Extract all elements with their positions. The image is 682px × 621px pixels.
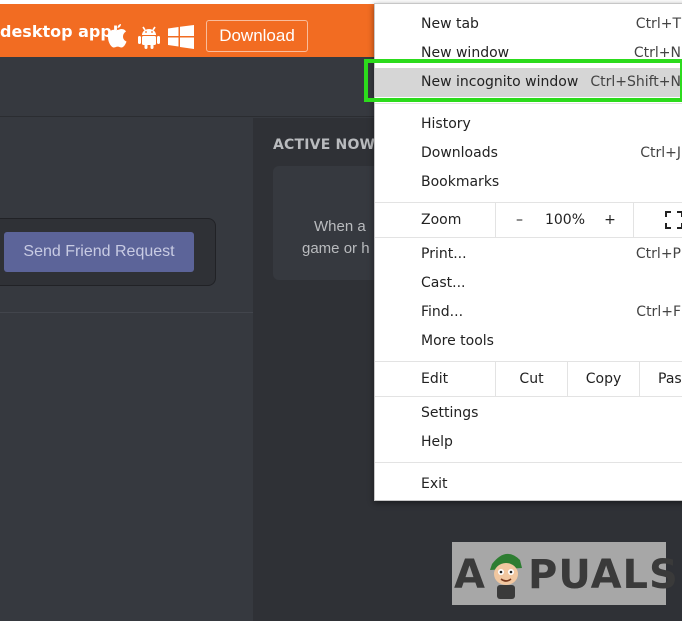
menu-separator bbox=[375, 103, 682, 104]
android-icon[interactable] bbox=[138, 24, 160, 50]
menu-item-edit: Edit Cut Copy Past bbox=[375, 362, 682, 396]
apple-icon[interactable] bbox=[106, 23, 128, 49]
fullscreen-icon bbox=[664, 211, 682, 229]
menu-item-exit[interactable]: Exit bbox=[375, 470, 682, 499]
menu-item-help[interactable]: Help bbox=[375, 428, 682, 457]
banner-text: desktop app! bbox=[0, 22, 120, 41]
zoom-in-button[interactable]: + bbox=[587, 203, 633, 237]
zoom-out-button[interactable]: – bbox=[495, 203, 543, 237]
menu-item-zoom: Zoom – 100% + bbox=[375, 203, 682, 237]
watermark-text: PUALS bbox=[528, 552, 679, 598]
active-now-title: ACTIVE NOW bbox=[273, 137, 376, 153]
menu-separator bbox=[375, 396, 682, 397]
copy-button[interactable]: Copy bbox=[567, 362, 639, 396]
menu-item-new-tab[interactable]: New tab Ctrl+T bbox=[375, 10, 682, 39]
menu-item-find[interactable]: Find... Ctrl+F bbox=[375, 298, 682, 327]
menu-item-more-tools[interactable]: More tools bbox=[375, 327, 682, 356]
cut-button[interactable]: Cut bbox=[495, 362, 567, 396]
menu-item-downloads[interactable]: Downloads Ctrl+J bbox=[375, 139, 682, 168]
mascot-icon bbox=[490, 553, 522, 599]
active-card-text-2: game or h bbox=[302, 240, 370, 257]
incognito-highlight-box bbox=[364, 59, 682, 102]
send-friend-request-button[interactable]: Send Friend Request bbox=[4, 232, 194, 272]
fullscreen-button[interactable] bbox=[633, 203, 682, 237]
discord-main-area bbox=[0, 118, 253, 621]
paste-button[interactable]: Past bbox=[639, 362, 682, 396]
menu-item-bookmarks[interactable]: Bookmarks bbox=[375, 168, 682, 197]
menu-item-print[interactable]: Print... Ctrl+P bbox=[375, 240, 682, 269]
download-button[interactable]: Download bbox=[206, 20, 308, 52]
zoom-level: 100% bbox=[544, 212, 586, 228]
menu-item-history[interactable]: History bbox=[375, 110, 682, 139]
windows-icon[interactable] bbox=[168, 25, 194, 49]
menu-separator bbox=[375, 237, 682, 238]
watermark-letter-a: A bbox=[454, 552, 486, 598]
divider bbox=[0, 312, 253, 313]
menu-item-settings[interactable]: Settings bbox=[375, 399, 682, 428]
menu-separator bbox=[375, 462, 682, 463]
active-card-text-1: When a bbox=[314, 218, 366, 235]
appuals-watermark: A PUALS bbox=[452, 542, 678, 605]
menu-item-cast[interactable]: Cast... bbox=[375, 269, 682, 298]
